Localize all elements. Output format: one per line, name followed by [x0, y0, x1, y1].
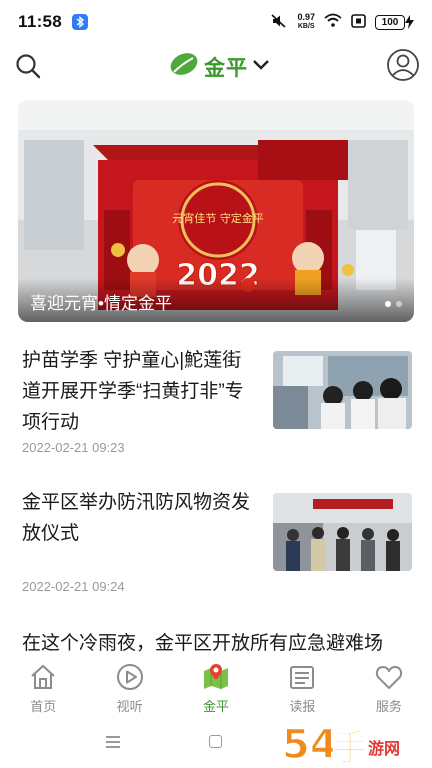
banner-caption: 喜迎元宵•情定金平: [30, 294, 172, 313]
battery-icon: 100: [375, 14, 414, 30]
newspaper-icon: [290, 666, 315, 689]
nav-item-service[interactable]: 服务: [346, 656, 432, 718]
banner-carousel[interactable]: 元宵佳节 守定金平 2022 喜迎元宵•情定金平: [18, 100, 414, 322]
svg-text:手: 手: [332, 728, 368, 768]
news-thumbnail: [273, 493, 412, 571]
nav-label: 金平: [203, 699, 230, 714]
news-title-line: 金平区举办防汛防风物资发: [22, 492, 251, 513]
news-title-line: 项行动: [22, 412, 80, 433]
nav-label: 服务: [375, 699, 402, 714]
news-date: 2022-02-21 09:23: [22, 440, 125, 455]
battery-level: 100: [375, 14, 405, 30]
system-nav-bar: 54 手 游网: [0, 718, 432, 768]
nav-item-video[interactable]: 视听: [86, 656, 172, 718]
svg-text:游网: 游网: [368, 739, 400, 758]
news-thumbnail: [273, 351, 412, 429]
leaf-logo-icon: [168, 50, 200, 83]
news-title-line: 道开展开学季“扫黄打非”专: [22, 381, 244, 402]
map-icon: [204, 664, 229, 689]
bluetooth-badge-icon: [72, 14, 89, 30]
play-icon: [116, 664, 143, 690]
news-title-line: 放仪式: [22, 523, 80, 544]
search-icon[interactable]: [14, 52, 42, 80]
chevron-down-icon: [252, 58, 270, 76]
sim-card-icon: [351, 13, 366, 31]
net-speed: 0.97 KB/S: [297, 13, 315, 31]
nav-label: 视听: [116, 699, 143, 714]
carousel-dot: [396, 301, 402, 307]
mute-icon: [270, 13, 288, 32]
news-date: 2022-02-21 09:24: [22, 579, 125, 594]
region-name: 金平: [204, 56, 248, 80]
heart-icon: [375, 666, 402, 689]
net-speed-unit: KB/S: [297, 23, 315, 30]
status-indicators: 0.97 KB/S 100: [270, 13, 414, 32]
wifi-icon: [324, 13, 342, 31]
net-speed-value: 0.97: [297, 12, 315, 22]
nav-item-home[interactable]: 首页: [0, 656, 86, 718]
carousel-indicator: [385, 301, 402, 307]
home-button-icon[interactable]: [209, 735, 222, 748]
app-header: 金平: [0, 44, 432, 90]
nav-label: 首页: [30, 699, 57, 714]
svg-text:54: 54: [282, 722, 338, 768]
nav-item-jinping[interactable]: 金平: [173, 656, 259, 718]
status-bar: 11:58 0.97 KB/S 100: [0, 0, 432, 44]
news-item[interactable]: 在这个冷雨夜，金平区开放所有应急避难场: [22, 628, 412, 658]
banner-sign-text: 元宵佳节 守定金平: [172, 211, 264, 225]
status-time: 11:58: [18, 12, 63, 31]
profile-icon[interactable]: [386, 48, 420, 82]
carousel-dot: [385, 301, 391, 307]
region-selector[interactable]: 金平: [168, 50, 270, 83]
nav-label: 读报: [289, 699, 316, 714]
menu-icon[interactable]: [106, 736, 120, 751]
home-icon: [31, 664, 55, 689]
bottom-nav: 首页 视听 金平 读报 服务: [0, 656, 432, 718]
watermark-logo: 54 手 游网: [281, 721, 400, 768]
news-item[interactable]: 金平区举办防汛防风物资发 放仪式 2022-02-21 09:24: [22, 487, 412, 597]
nav-item-newspaper[interactable]: 读报: [259, 656, 345, 718]
news-title-line: 在这个冷雨夜，金平区开放所有应急避难场: [22, 633, 384, 654]
news-item[interactable]: 护苗学季 守护童心|鮀莲街 道开展开学季“扫黄打非”专 项行动 2022-02-…: [22, 345, 412, 455]
news-title-line: 护苗学季 守护童心|鮀莲街: [22, 350, 242, 371]
